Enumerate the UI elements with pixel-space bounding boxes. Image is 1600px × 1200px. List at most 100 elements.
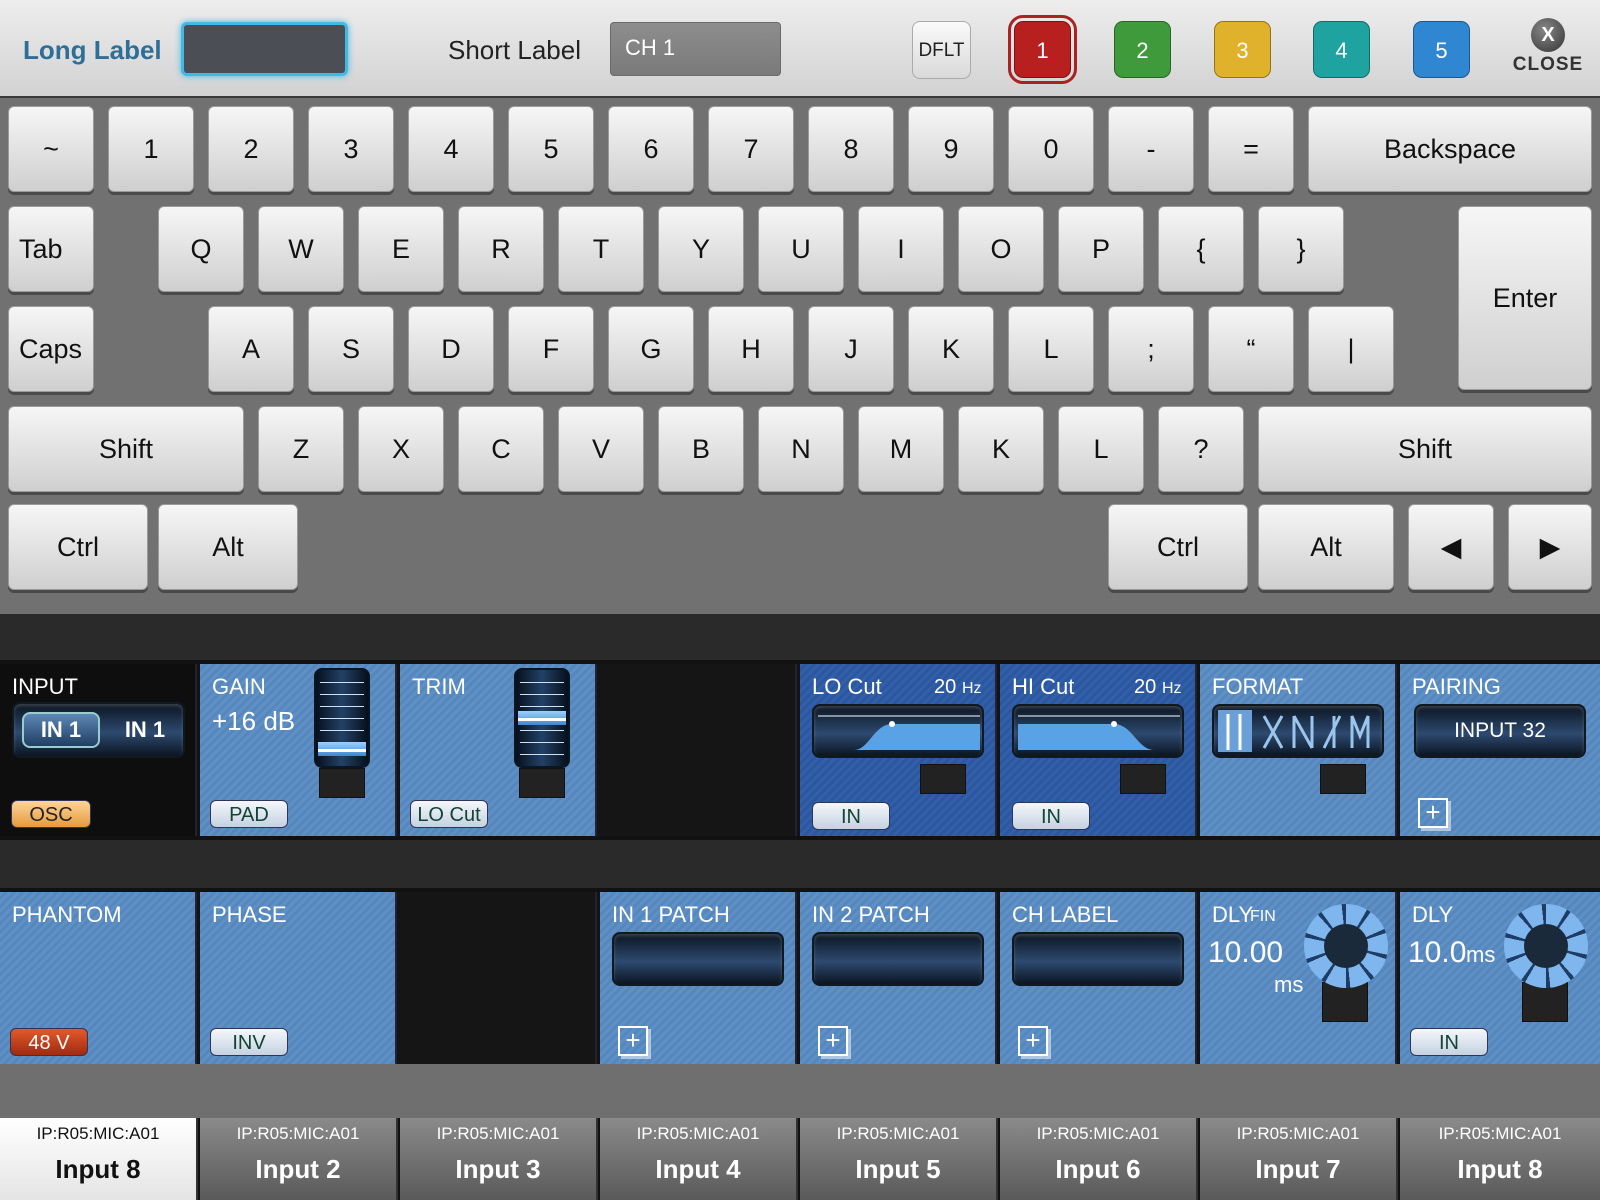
phantom-tile[interactable]: PHANTOM 48 V bbox=[0, 892, 197, 1064]
lo-cut-in-button[interactable]: IN bbox=[812, 802, 890, 830]
key-i[interactable]: I bbox=[858, 206, 944, 292]
input-tile[interactable]: INPUT IN 1 IN 1 OSC bbox=[0, 664, 197, 836]
format-tile[interactable]: FORMAT bbox=[1200, 664, 1397, 836]
channel-tab-1[interactable]: IP:R05:MIC:A01 Input 8 bbox=[0, 1118, 198, 1200]
channel-tab-3[interactable]: IP:R05:MIC:A01 Input 3 bbox=[400, 1118, 598, 1200]
key-l-lower-row[interactable]: L bbox=[1058, 406, 1144, 492]
phase-tile[interactable]: PHASE INV bbox=[200, 892, 397, 1064]
in1-patch-add-icon[interactable]: + bbox=[618, 1026, 648, 1056]
delay-fine-tile[interactable]: DLY FIN 10.00 ms bbox=[1200, 892, 1397, 1064]
key-g[interactable]: G bbox=[608, 306, 694, 392]
key-1[interactable]: 1 bbox=[108, 106, 194, 192]
color-button-2[interactable]: 2 bbox=[1114, 21, 1171, 78]
key-9[interactable]: 9 bbox=[908, 106, 994, 192]
hi-cut-in-button[interactable]: IN bbox=[1012, 802, 1090, 830]
key-alt-left[interactable]: Alt bbox=[158, 504, 298, 590]
channel-tab-4[interactable]: IP:R05:MIC:A01 Input 4 bbox=[600, 1118, 798, 1200]
in2-patch-add-icon[interactable]: + bbox=[818, 1026, 848, 1056]
key-5[interactable]: 5 bbox=[508, 106, 594, 192]
key-ctrl-right[interactable]: Ctrl bbox=[1108, 504, 1248, 590]
in2-patch-display[interactable] bbox=[812, 932, 984, 986]
key-3[interactable]: 3 bbox=[308, 106, 394, 192]
hi-cut-tile[interactable]: HI Cut 20 Hz IN bbox=[1000, 664, 1197, 836]
trim-fader[interactable] bbox=[514, 668, 570, 768]
key-right-brace[interactable]: } bbox=[1258, 206, 1344, 292]
input-option-2[interactable]: IN 1 bbox=[110, 712, 180, 748]
key-left-brace[interactable]: { bbox=[1158, 206, 1244, 292]
key-m[interactable]: M bbox=[858, 406, 944, 492]
key-e[interactable]: E bbox=[358, 206, 444, 292]
ch-label-add-icon[interactable]: + bbox=[1018, 1026, 1048, 1056]
key-r[interactable]: R bbox=[458, 206, 544, 292]
color-button-4[interactable]: 4 bbox=[1313, 21, 1370, 78]
key-tab[interactable]: Tab bbox=[8, 206, 94, 292]
key-p[interactable]: P bbox=[1058, 206, 1144, 292]
key-q[interactable]: Q bbox=[158, 206, 244, 292]
delay-in-button[interactable]: IN bbox=[1410, 1028, 1488, 1056]
gain-tile[interactable]: GAIN +16 dB PAD bbox=[200, 664, 397, 836]
key-alt-right[interactable]: Alt bbox=[1258, 504, 1394, 590]
in1-patch-tile[interactable]: IN 1 PATCH + bbox=[600, 892, 797, 1064]
key-v[interactable]: V bbox=[558, 406, 644, 492]
channel-tab-5[interactable]: IP:R05:MIC:A01 Input 5 bbox=[800, 1118, 998, 1200]
close-button[interactable]: X CLOSE bbox=[1512, 18, 1584, 76]
key-y[interactable]: Y bbox=[658, 206, 744, 292]
key-n[interactable]: N bbox=[758, 406, 844, 492]
key-ctrl-left[interactable]: Ctrl bbox=[8, 504, 148, 590]
key-2[interactable]: 2 bbox=[208, 106, 294, 192]
in1-patch-display[interactable] bbox=[612, 932, 784, 986]
format-selector[interactable] bbox=[1212, 704, 1384, 758]
key-s[interactable]: S bbox=[308, 306, 394, 392]
key-t[interactable]: T bbox=[558, 206, 644, 292]
color-button-5[interactable]: 5 bbox=[1413, 21, 1470, 78]
key-w[interactable]: W bbox=[258, 206, 344, 292]
lo-cut-button[interactable]: LO Cut bbox=[410, 800, 488, 828]
key-arrow-right[interactable]: ▶ bbox=[1508, 504, 1592, 590]
phantom-48v-button[interactable]: 48 V bbox=[10, 1028, 88, 1056]
in2-patch-tile[interactable]: IN 2 PATCH + bbox=[800, 892, 997, 1064]
delay-tile[interactable]: DLY 10.0 ms IN bbox=[1400, 892, 1600, 1064]
color-button-1[interactable]: 1 bbox=[1008, 15, 1077, 84]
pad-button[interactable]: PAD bbox=[210, 800, 288, 828]
key-0[interactable]: 0 bbox=[1008, 106, 1094, 192]
key-pipe[interactable]: | bbox=[1308, 306, 1394, 392]
channel-tab-8[interactable]: IP:R05:MIC:A01 Input 8 bbox=[1400, 1118, 1600, 1200]
key-d[interactable]: D bbox=[408, 306, 494, 392]
key-8[interactable]: 8 bbox=[808, 106, 894, 192]
pairing-display[interactable]: INPUT 32 bbox=[1414, 704, 1586, 758]
key-h[interactable]: H bbox=[708, 306, 794, 392]
key-backspace[interactable]: Backspace bbox=[1308, 106, 1592, 192]
key-quote[interactable]: “ bbox=[1208, 306, 1294, 392]
key-o[interactable]: O bbox=[958, 206, 1044, 292]
key-equals[interactable]: = bbox=[1208, 106, 1294, 192]
trim-tile[interactable]: TRIM LO Cut bbox=[400, 664, 597, 836]
color-button-3[interactable]: 3 bbox=[1214, 21, 1271, 78]
channel-tab-6[interactable]: IP:R05:MIC:A01 Input 6 bbox=[1000, 1118, 1198, 1200]
input-selector[interactable]: IN 1 IN 1 bbox=[12, 702, 185, 758]
key-b[interactable]: B bbox=[658, 406, 744, 492]
lo-cut-tile[interactable]: LO Cut 20 Hz IN bbox=[800, 664, 997, 836]
key-tilde[interactable]: ~ bbox=[8, 106, 94, 192]
default-button[interactable]: DFLT bbox=[912, 21, 971, 79]
key-k-lower-row[interactable]: K bbox=[958, 406, 1044, 492]
key-z[interactable]: Z bbox=[258, 406, 344, 492]
key-a[interactable]: A bbox=[208, 306, 294, 392]
key-caps[interactable]: Caps bbox=[8, 306, 94, 392]
osc-button[interactable]: OSC bbox=[11, 800, 91, 828]
key-c[interactable]: C bbox=[458, 406, 544, 492]
key-f[interactable]: F bbox=[508, 306, 594, 392]
gain-fader[interactable] bbox=[314, 668, 370, 768]
key-shift-left[interactable]: Shift bbox=[8, 406, 244, 492]
key-7[interactable]: 7 bbox=[708, 106, 794, 192]
key-j[interactable]: J bbox=[808, 306, 894, 392]
key-l[interactable]: L bbox=[1008, 306, 1094, 392]
key-semicolon[interactable]: ; bbox=[1108, 306, 1194, 392]
key-arrow-left[interactable]: ◀ bbox=[1408, 504, 1494, 590]
key-minus[interactable]: - bbox=[1108, 106, 1194, 192]
delay-knob[interactable] bbox=[1504, 904, 1588, 988]
ch-label-tile[interactable]: CH LABEL + bbox=[1000, 892, 1197, 1064]
key-question[interactable]: ? bbox=[1158, 406, 1244, 492]
long-label-input[interactable] bbox=[181, 22, 348, 76]
ch-label-display[interactable] bbox=[1012, 932, 1184, 986]
pairing-tile[interactable]: PAIRING INPUT 32 + bbox=[1400, 664, 1600, 836]
